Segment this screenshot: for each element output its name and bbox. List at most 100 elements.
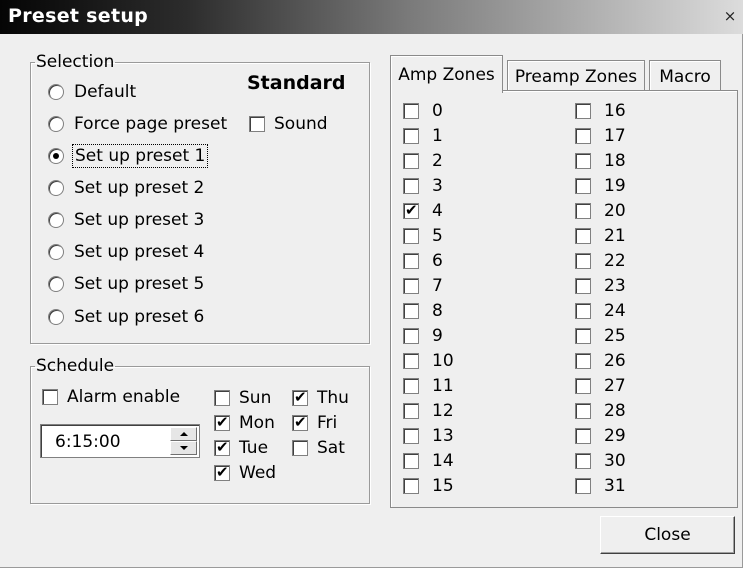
radio-set-up-preset-4[interactable]: Set up preset 4 [48,240,204,264]
zone-label: 3 [432,176,443,196]
zone-label: 4 [432,201,443,221]
checkbox-icon [403,278,419,294]
zone-label: 29 [604,426,626,446]
radio-set-up-preset-1[interactable]: Set up preset 1 [48,144,209,168]
checkbox-checked-icon [292,413,308,431]
checkbox-icon [575,303,591,319]
spin-up-button[interactable] [170,427,197,441]
sound-label: Sound [274,114,328,134]
checkbox-icon [403,178,419,194]
zone-checkbox-8[interactable]: 8 [403,299,443,323]
zone-checkbox-16[interactable]: 16 [575,99,626,123]
zone-checkbox-10[interactable]: 10 [403,349,454,373]
time-input[interactable]: 6:15:00 [40,424,200,458]
day-checkbox-sat[interactable]: Sat [292,437,345,459]
tab-amp-zones[interactable]: Amp Zones [390,55,503,93]
checkbox-icon [403,428,419,444]
zone-label: 21 [604,226,626,246]
zone-checkbox-28[interactable]: 28 [575,399,626,423]
radio-default[interactable]: Default [48,80,136,104]
zone-label: 17 [604,126,626,146]
checkbox-icon [575,278,591,294]
day-checkbox-thu[interactable]: Thu [292,387,349,409]
day-checkbox-fri[interactable]: Fri [292,412,337,434]
checkbox-icon [403,128,419,144]
arrow-down-icon [179,446,188,450]
zone-checkbox-1[interactable]: 1 [403,124,443,148]
zone-checkbox-17[interactable]: 17 [575,124,626,148]
day-checkbox-sun[interactable]: Sun [214,387,271,409]
zone-label: 18 [604,151,626,171]
zone-checkbox-9[interactable]: 9 [403,324,443,348]
zone-label: 24 [604,301,626,321]
zone-checkbox-15[interactable]: 15 [403,474,454,498]
zone-label: 13 [432,426,454,446]
day-label: Wed [239,463,277,483]
close-button[interactable]: Close [600,516,735,554]
checkbox-checked-icon [292,388,308,406]
zone-label: 5 [432,226,443,246]
checkbox-icon [575,453,591,469]
checkbox-checked-icon [403,201,419,219]
zone-label: 1 [432,126,443,146]
radio-label: Set up preset 3 [74,210,205,230]
zone-checkbox-13[interactable]: 13 [403,424,454,448]
zone-checkbox-30[interactable]: 30 [575,449,626,473]
zone-checkbox-26[interactable]: 26 [575,349,626,373]
tab-preamp-zones[interactable]: Preamp Zones [507,60,645,92]
zone-checkbox-3[interactable]: 3 [403,174,443,198]
tab-macro[interactable]: Macro [649,60,721,92]
radio-button-icon [48,244,64,260]
radio-label: Set up preset 1 [71,144,209,168]
zone-label: 15 [432,476,454,496]
zone-checkbox-0[interactable]: 0 [403,99,443,123]
zone-checkbox-5[interactable]: 5 [403,224,443,248]
arrow-up-icon [179,432,188,436]
checkbox-icon [403,103,419,119]
zone-checkbox-22[interactable]: 22 [575,249,626,273]
radio-set-up-preset-5[interactable]: Set up preset 5 [48,272,204,296]
day-checkbox-mon[interactable]: Mon [214,412,275,434]
zone-checkbox-24[interactable]: 24 [575,299,626,323]
sound-checkbox[interactable]: Sound [249,113,328,135]
checkbox-icon [575,428,591,444]
zone-label: 14 [432,451,454,471]
alarm-enable-checkbox[interactable]: Alarm enable [42,386,180,408]
close-icon[interactable]: × [723,9,737,24]
zone-checkbox-7[interactable]: 7 [403,274,443,298]
zone-checkbox-12[interactable]: 12 [403,399,454,423]
zone-checkbox-25[interactable]: 25 [575,324,626,348]
radio-set-up-preset-3[interactable]: Set up preset 3 [48,208,204,232]
zone-checkbox-14[interactable]: 14 [403,449,454,473]
zone-checkbox-4[interactable]: 4 [403,199,443,223]
zone-checkbox-31[interactable]: 31 [575,474,626,498]
day-checkbox-tue[interactable]: Tue [214,437,268,459]
radio-force-page-preset[interactable]: Force page preset [48,112,227,136]
radio-set-up-preset-2[interactable]: Set up preset 2 [48,176,204,200]
zone-checkbox-23[interactable]: 23 [575,274,626,298]
checkbox-icon [249,116,265,132]
zone-checkbox-18[interactable]: 18 [575,149,626,173]
radio-button-selected-icon [48,148,64,164]
zone-checkbox-20[interactable]: 20 [575,199,626,223]
checkbox-icon [403,153,419,169]
checkbox-icon [575,478,591,494]
zone-label: 25 [604,326,626,346]
checkbox-icon [575,103,591,119]
zone-checkbox-19[interactable]: 19 [575,174,626,198]
zone-checkbox-2[interactable]: 2 [403,149,443,173]
zone-checkbox-27[interactable]: 27 [575,374,626,398]
radio-set-up-preset-6[interactable]: Set up preset 6 [48,305,204,329]
zone-checkbox-21[interactable]: 21 [575,224,626,248]
checkbox-icon [403,353,419,369]
zone-checkbox-6[interactable]: 6 [403,249,443,273]
zone-checkbox-29[interactable]: 29 [575,424,626,448]
zone-label: 7 [432,276,443,296]
spin-down-button[interactable] [170,441,197,455]
day-checkbox-wed[interactable]: Wed [214,462,276,484]
zone-label: 19 [604,176,626,196]
preset-setup-dialog: Preset setup × Selection Standard Defaul… [0,0,743,568]
radio-button-icon [48,180,64,196]
time-value: 6:15:00 [55,432,121,452]
zone-checkbox-11[interactable]: 11 [403,374,454,398]
